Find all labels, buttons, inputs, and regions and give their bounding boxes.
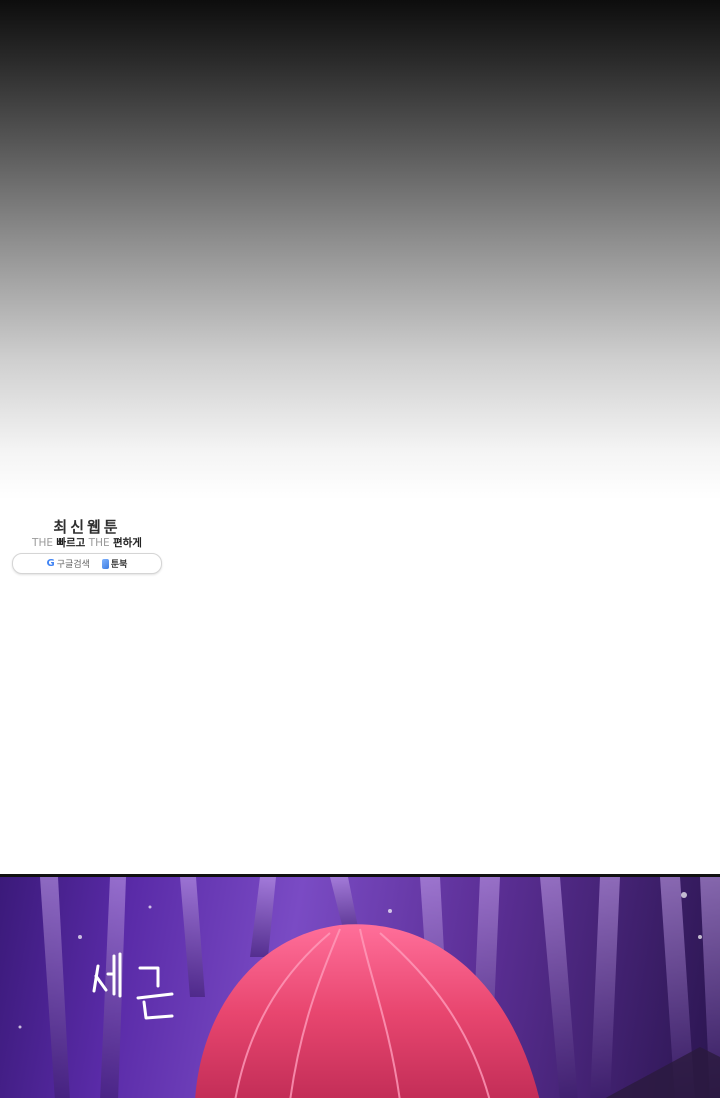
tagline-the-2: THE — [88, 537, 110, 549]
site-watermark: 최신웹툰 THE 빠르고 THE 편하게 G 구글검색 툰북 — [12, 518, 162, 574]
google-search-label: 구글검색 — [56, 560, 90, 570]
search-pill: G 구글검색 툰북 — [12, 553, 162, 574]
google-search-part: G 구글검색 — [47, 557, 90, 570]
sound-effect-lettering: 새근 — [92, 952, 174, 1020]
watermark-title: 최신웹툰 — [53, 518, 121, 536]
sleeve-shadow — [605, 1047, 720, 1098]
app-label: 툰북 — [110, 560, 128, 570]
watermark-tagline: THE 빠르고 THE 편하게 — [12, 536, 162, 550]
tagline-fast: 빠르고 — [56, 537, 86, 549]
tagline-the-1: THE — [32, 537, 53, 549]
book-icon — [101, 558, 109, 569]
tagline-easy: 편하게 — [112, 537, 142, 549]
app-part: 툰북 — [101, 557, 128, 570]
dark-fade-background — [0, 0, 720, 500]
google-g-icon: G — [46, 558, 55, 569]
